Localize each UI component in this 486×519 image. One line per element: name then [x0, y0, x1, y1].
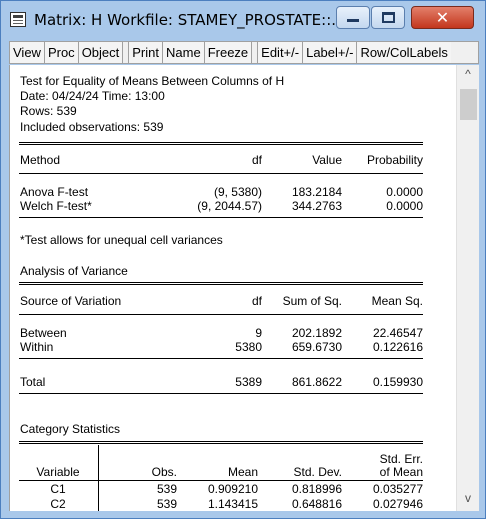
- window-title: Matrix: H Workfile: STAMEY_PROSTATE::...: [34, 11, 346, 29]
- rows-line: Rows: 539: [20, 104, 77, 118]
- table-row-label: C2: [50, 497, 66, 511]
- table-cell: 659.6730: [291, 340, 342, 354]
- table-cell: 0.818996: [291, 482, 342, 496]
- table-cell: 0.0000: [386, 185, 423, 199]
- table-row-label: Within: [20, 340, 54, 354]
- table-rule: [19, 173, 423, 174]
- table-cell: (9, 2044.57): [197, 199, 262, 213]
- minimize-icon: [347, 19, 359, 22]
- matrix-window: Matrix: H Workfile: STAMEY_PROSTATE::...…: [0, 0, 486, 519]
- probability-header: Probability: [366, 153, 423, 167]
- toolbar: View Proc Object Print Name Freeze Edit+…: [9, 41, 479, 64]
- table-rule: [19, 142, 423, 145]
- mean-sq-header: Mean Sq.: [371, 294, 423, 308]
- vertical-scrollbar[interactable]: ^ v: [456, 65, 479, 511]
- table-cell: 183.2184: [291, 185, 342, 199]
- table-rule: [19, 441, 423, 444]
- object-button[interactable]: Object: [78, 42, 124, 63]
- sum-sq-header: Sum of Sq.: [282, 294, 342, 308]
- table-cell: 1.143415: [207, 497, 258, 511]
- table-rule: [19, 314, 423, 315]
- table-cell: 539: [156, 497, 177, 511]
- table-cell: 344.2763: [291, 199, 342, 213]
- source-header: Source of Variation: [20, 294, 122, 308]
- column-divider: [98, 445, 99, 511]
- table-cell: 0.159930: [372, 375, 423, 389]
- label-toggle-button[interactable]: Label+/-: [303, 42, 358, 63]
- table-rule: [19, 217, 423, 218]
- method-header: Method: [20, 153, 61, 167]
- table-cell: 0.027946: [372, 497, 423, 511]
- print-button[interactable]: Print: [129, 42, 163, 63]
- observations-line: Included observations: 539: [20, 120, 164, 134]
- value-header: Value: [312, 153, 342, 167]
- table-cell: 0.122616: [372, 340, 423, 354]
- output-view[interactable]: Test for Equality of Means Between Colum…: [9, 65, 456, 511]
- close-button[interactable]: ✕: [411, 6, 474, 29]
- table-cell: 9: [255, 326, 262, 340]
- table-cell: 202.1892: [291, 326, 342, 340]
- row-col-labels-button[interactable]: Row/ColLabels: [357, 42, 451, 63]
- proc-button[interactable]: Proc: [44, 42, 79, 63]
- of-mean-header: of Mean: [379, 465, 423, 479]
- variable-header: Variable: [36, 465, 80, 479]
- table-cell: 0.0000: [386, 199, 423, 213]
- date-line: Date: 04/24/24 Time: 13:00: [20, 89, 165, 103]
- table-cell: (9, 5380): [213, 185, 262, 199]
- table-row-label: Between: [20, 326, 67, 340]
- std-dev-header: Std. Dev.: [293, 465, 342, 479]
- name-button[interactable]: Name: [163, 42, 205, 63]
- minimize-button[interactable]: [336, 6, 370, 29]
- variance-note: *Test allows for unequal cell variances: [20, 233, 223, 247]
- df-header: df: [251, 294, 262, 308]
- table-rule: [19, 282, 423, 285]
- close-icon: ✕: [435, 8, 450, 27]
- view-button[interactable]: View: [10, 42, 45, 63]
- table-row-label: Anova F-test: [20, 185, 89, 199]
- category-title: Category Statistics: [20, 422, 121, 436]
- table-row-label: C1: [50, 482, 66, 496]
- mean-header: Mean: [227, 465, 258, 479]
- scroll-down-button[interactable]: v: [457, 491, 479, 509]
- scroll-thumb[interactable]: [460, 89, 477, 120]
- maximize-icon: [381, 12, 395, 23]
- table-cell: 539: [156, 482, 177, 496]
- df-header: df: [251, 153, 262, 167]
- scroll-up-button[interactable]: ^: [457, 67, 479, 85]
- table-row-label: Welch F-test*: [20, 199, 92, 213]
- table-cell: 5389: [235, 375, 262, 389]
- table-cell: 22.46547: [372, 326, 423, 340]
- maximize-button[interactable]: [371, 6, 405, 29]
- table-cell: 0.909210: [207, 482, 258, 496]
- table-cell: 861.8622: [291, 375, 342, 389]
- matrix-window-icon[interactable]: [10, 12, 26, 27]
- table-cell: 0.035277: [372, 482, 423, 496]
- table-rule: [19, 358, 423, 359]
- freeze-button[interactable]: Freeze: [204, 42, 253, 63]
- title-bar[interactable]: Matrix: H Workfile: STAMEY_PROSTATE::...…: [1, 1, 485, 39]
- table-row-label: Total: [20, 375, 46, 389]
- obs-header: Obs.: [151, 465, 177, 479]
- table-cell: 5380: [235, 340, 262, 354]
- table-cell: 0.648816: [291, 497, 342, 511]
- table-rule: [19, 393, 423, 394]
- std-err-header-top: Std. Err.: [379, 452, 423, 466]
- edit-toggle-button[interactable]: Edit+/-: [258, 42, 304, 63]
- test-title: Test for Equality of Means Between Colum…: [20, 74, 285, 88]
- anova-title: Analysis of Variance: [20, 264, 128, 278]
- table-rule: [19, 480, 423, 481]
